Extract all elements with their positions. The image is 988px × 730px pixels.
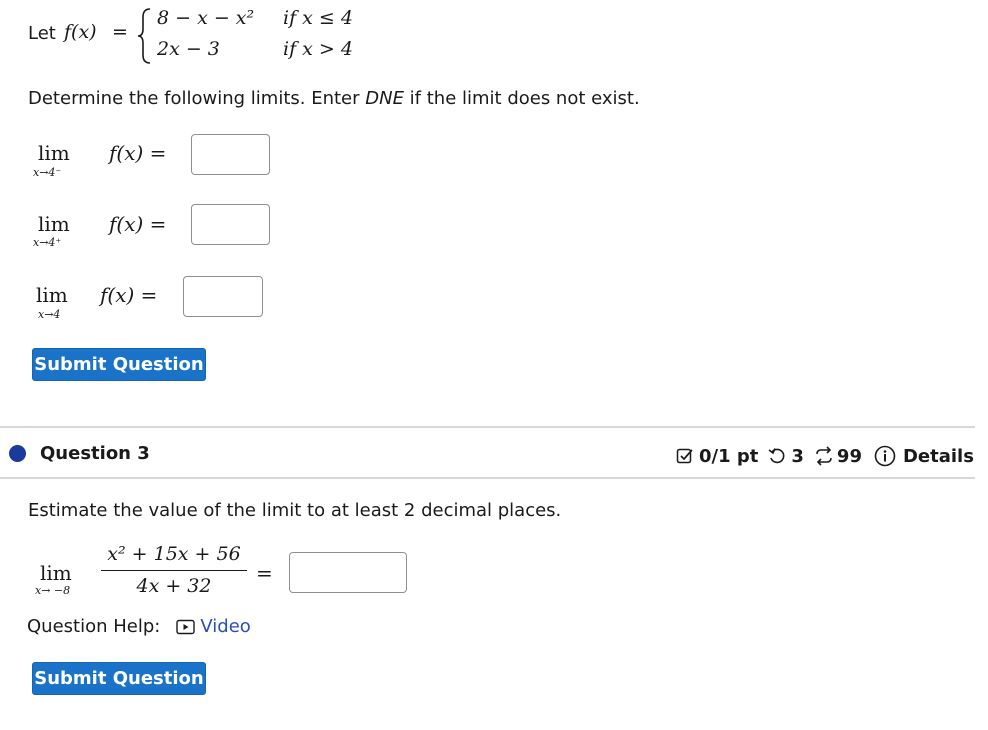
q3-instructions: Estimate the value of the limit to at le… — [28, 500, 562, 521]
submit-question-button-q3[interactable]: Submit Question — [32, 662, 206, 695]
fraction: x² + 15x + 56 4x + 32 — [101, 542, 247, 598]
divider-bottom — [0, 477, 975, 479]
answer-input-limit-left[interactable] — [191, 134, 270, 175]
score-check-icon — [676, 448, 693, 464]
q3-equals: = — [256, 561, 273, 585]
retry-icon — [768, 448, 785, 464]
case2-expression: 2x − 3 — [157, 38, 220, 60]
question-meta: 0/1 pt 3 99 Details — [676, 444, 974, 468]
lim-sub-2: x→4⁺ — [33, 236, 62, 249]
question-help: Question Help: Video — [27, 616, 251, 637]
limit-expression-1: f(x) = — [109, 141, 167, 165]
lim-label-2: lim — [38, 212, 70, 236]
submit-question-button[interactable]: Submit Question — [32, 348, 206, 381]
fraction-bar — [101, 570, 247, 571]
q2-instructions: Determine the following limits. Enter DN… — [28, 88, 640, 109]
denominator: 4x + 32 — [136, 575, 212, 597]
q3-lim-sub: x→ −8 — [35, 584, 71, 597]
lim-sub-3: x→4 — [38, 308, 61, 321]
brace-icon — [137, 8, 151, 64]
retries-count: 3 — [791, 445, 804, 467]
case1-expression: 8 − x − x² — [157, 7, 255, 29]
attempts-icon — [816, 446, 832, 466]
play-icon — [176, 619, 196, 634]
case2-condition: if x > 4 — [283, 38, 353, 60]
info-icon[interactable] — [874, 445, 896, 467]
case1-condition: if x ≤ 4 — [283, 7, 353, 29]
attempts-count: 99 — [836, 445, 862, 467]
lim-label-3: lim — [36, 283, 68, 307]
question-help-label: Question Help: — [27, 616, 161, 637]
video-label: Video — [200, 616, 251, 637]
q3-lim-label: lim — [40, 561, 72, 585]
dne-text: DNE — [365, 88, 404, 109]
numerator: x² + 15x + 56 — [107, 543, 241, 565]
limit-expression-3: f(x) = — [100, 283, 158, 307]
question-title: Question 3 — [40, 443, 150, 464]
answer-input-limit-right[interactable] — [191, 204, 270, 245]
limit-expression-2: f(x) = — [109, 212, 167, 236]
equals-sign: = — [112, 21, 128, 43]
answer-input-limit-two-sided[interactable] — [183, 276, 263, 317]
lim-sub-1: x→4⁻ — [33, 166, 62, 179]
video-link[interactable]: Video — [176, 616, 251, 637]
divider-top — [0, 426, 975, 428]
details-link[interactable]: Details — [903, 446, 974, 467]
question-status-dot — [9, 445, 26, 462]
function-lhs: f(x) — [64, 21, 97, 43]
answer-input-estimate[interactable] — [289, 552, 407, 593]
let-label: Let — [28, 23, 56, 44]
lim-label-1: lim — [38, 141, 70, 165]
score-text: 0/1 pt — [699, 445, 759, 467]
